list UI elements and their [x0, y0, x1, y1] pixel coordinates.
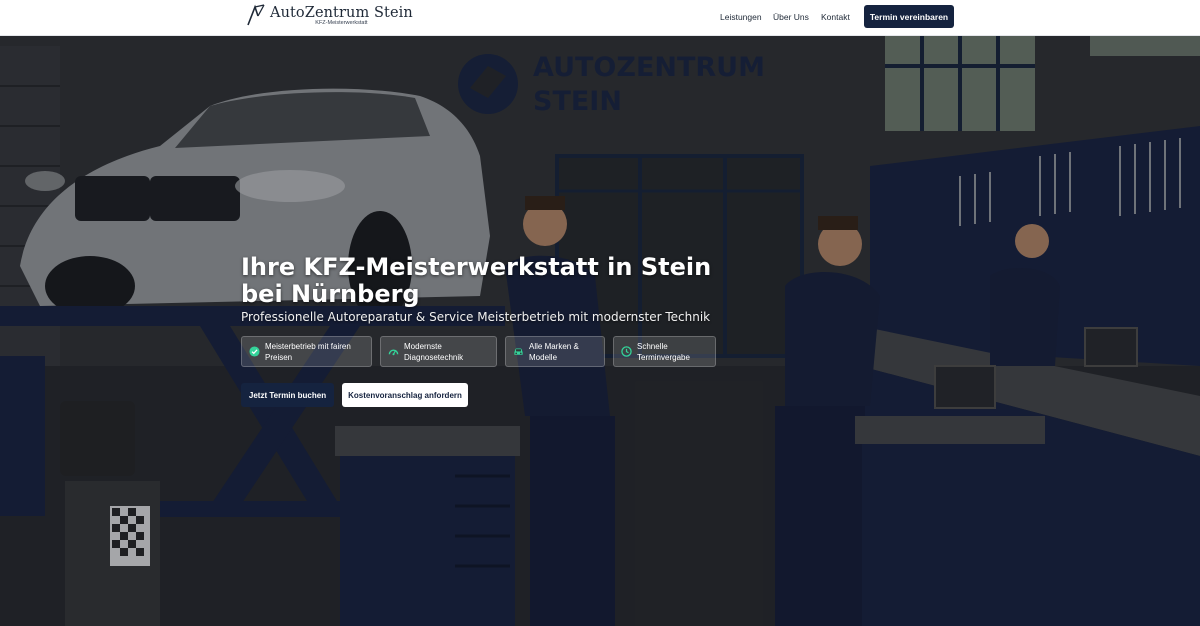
check-circle-icon: [249, 346, 260, 357]
gauge-icon: [388, 349, 399, 356]
brand-tagline: KFZ-Meisterwerkstatt: [315, 20, 368, 26]
hero-dark-overlay: [0, 36, 1200, 626]
feature-label: Meisterbetrieb mit fairen Preisen: [265, 341, 351, 362]
site-header: AutoZentrum Stein KFZ-Meisterwerkstatt L…: [0, 0, 1200, 36]
feature-label: Modernste Diagnosetechnik: [404, 341, 464, 362]
feature-label: Alle Marken & Modelle: [529, 341, 579, 362]
hero-subtitle: Professionelle Autoreparatur & Service M…: [241, 310, 711, 324]
request-estimate-button[interactable]: Kostenvoranschlag anfordern: [342, 383, 468, 407]
book-now-button[interactable]: Jetzt Termin buchen: [241, 383, 334, 407]
book-appointment-button[interactable]: Termin vereinbaren: [864, 5, 954, 28]
hero-title: Ihre KFZ-Meisterwerkstatt in Stein bei N…: [241, 253, 712, 308]
nav-link-kontakt[interactable]: Kontakt: [821, 12, 850, 22]
feature-diagnostics: Modernste Diagnosetechnik: [380, 336, 497, 367]
brand-logo[interactable]: AutoZentrum Stein KFZ-Meisterwerkstatt: [246, 4, 413, 26]
clock-icon: [621, 346, 632, 357]
feature-label: Schnelle Terminvergabe: [637, 341, 690, 362]
nav-link-leistungen[interactable]: Leistungen: [720, 12, 762, 22]
feature-all-brands: Alle Marken & Modelle: [505, 336, 605, 367]
stylized-arrow-logo-icon: [247, 4, 265, 26]
car-icon: [514, 348, 523, 355]
feature-fast-appointments: Schnelle Terminvergabe: [613, 336, 716, 367]
feature-fair-prices: Meisterbetrieb mit fairen Preisen: [241, 336, 372, 367]
hero-section: AUTOZENTRUM STEIN Ihre KFZ-Meisterwerkst…: [0, 36, 1200, 626]
nav-link-ueber-uns[interactable]: Über Uns: [773, 12, 809, 22]
